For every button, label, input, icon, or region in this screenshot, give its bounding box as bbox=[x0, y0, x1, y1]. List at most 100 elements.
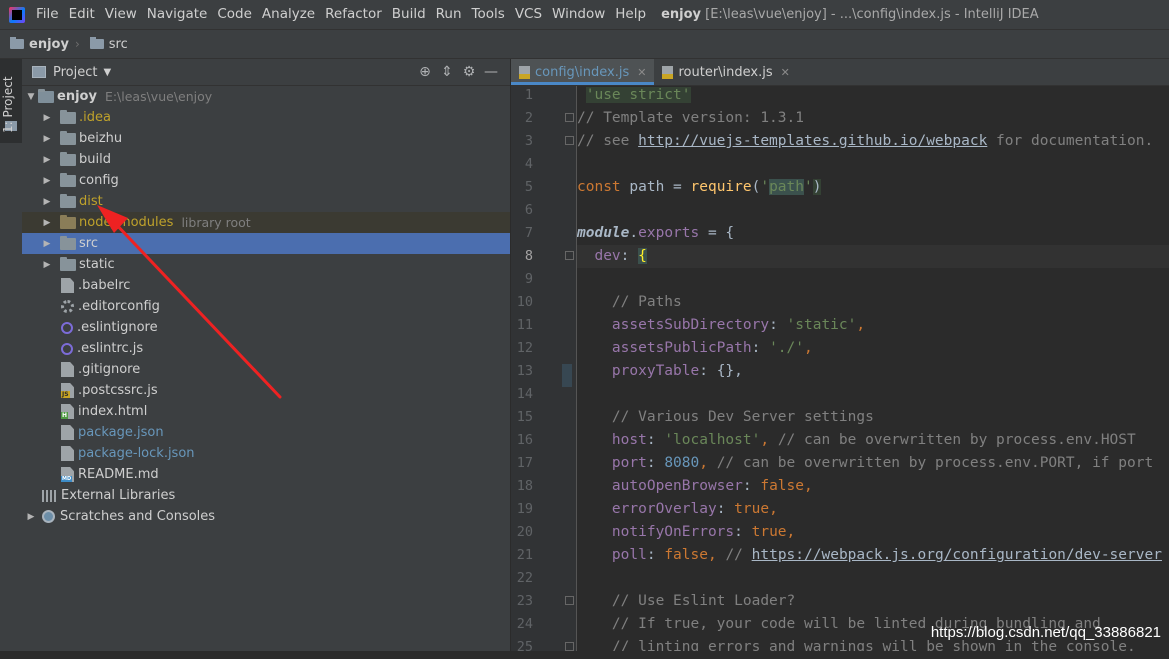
tree-item-eslintignore[interactable]: .eslintignore bbox=[22, 317, 510, 338]
expand-arrow-icon[interactable]: ▶ bbox=[40, 218, 54, 228]
code-token: : bbox=[769, 317, 787, 333]
breadcrumb-src[interactable]: src bbox=[80, 37, 128, 52]
watermark: https://blog.csdn.net/qq_33886821 bbox=[930, 624, 1161, 641]
expand-arrow-icon[interactable]: ▶ bbox=[40, 134, 54, 144]
fold-marker-icon[interactable] bbox=[565, 596, 574, 605]
breadcrumb: enjoy › src bbox=[0, 30, 1169, 59]
expand-arrow-icon[interactable]: ▼ bbox=[24, 92, 38, 102]
tree-item-static[interactable]: ▶ static bbox=[22, 254, 510, 275]
code-token: 'use strict' bbox=[585, 87, 691, 103]
close-icon[interactable]: ✕ bbox=[781, 66, 790, 79]
tree-item-beizhu[interactable]: ▶ beizhu bbox=[22, 128, 510, 149]
code-token: false bbox=[664, 547, 708, 563]
expand-arrow-icon[interactable]: ▶ bbox=[40, 176, 54, 186]
tree-item-label: .idea bbox=[79, 110, 111, 125]
tree-item-dist[interactable]: ▶ dist bbox=[22, 191, 510, 212]
menu-window[interactable]: Window bbox=[547, 0, 610, 29]
tree-item-eslintrc[interactable]: .eslintrc.js bbox=[22, 338, 510, 359]
tree-item-package-json[interactable]: package.json bbox=[22, 422, 510, 443]
tree-item-idea[interactable]: ▶ .idea bbox=[22, 107, 510, 128]
code-token: assetsSubDirectory bbox=[611, 317, 770, 333]
javascript-file-icon bbox=[61, 383, 74, 398]
tree-item-root[interactable]: ▼ enjoy E:\leas\vue\enjoy bbox=[22, 86, 510, 107]
code-link[interactable]: https://webpack.js.org/configuration/dev… bbox=[752, 547, 1162, 563]
code-token: : bbox=[751, 340, 770, 356]
code-token: assetsPublicPath bbox=[611, 340, 752, 356]
tree-item-package-lock[interactable]: package-lock.json bbox=[22, 443, 510, 464]
collapse-all-icon[interactable]: ⇕ bbox=[436, 61, 458, 83]
tree-item-scratches[interactable]: ▶ Scratches and Consoles bbox=[22, 506, 510, 527]
menu-tools[interactable]: Tools bbox=[467, 0, 510, 29]
menu-help[interactable]: Help bbox=[610, 0, 651, 29]
tree-item-gitignore[interactable]: .gitignore bbox=[22, 359, 510, 380]
line-number: 24 bbox=[516, 616, 533, 632]
code-token: dev bbox=[594, 248, 621, 264]
tree-item-babelrc[interactable]: .babelrc bbox=[22, 275, 510, 296]
line-number-gutter[interactable]: 1 2 3 4 5 6 7 8 9 10 11 12 13 14 15 16 1… bbox=[511, 86, 577, 655]
code-token: : bbox=[716, 501, 735, 517]
code-token: './' bbox=[769, 340, 804, 356]
close-icon[interactable]: ✕ bbox=[637, 66, 646, 79]
expand-arrow-icon[interactable]: ▶ bbox=[40, 260, 54, 270]
menu-vcs[interactable]: VCS bbox=[510, 0, 547, 29]
folder-icon bbox=[10, 37, 24, 49]
window-title-path: [E:\leas\vue\enjoy] - ...\config\index.j… bbox=[705, 7, 1039, 22]
code-token: module bbox=[577, 225, 630, 241]
menu-code[interactable]: Code bbox=[212, 0, 257, 29]
menu-file[interactable]: File bbox=[31, 0, 64, 29]
project-view-selector[interactable]: Project bbox=[53, 65, 97, 80]
code-line-11: assetsSubDirectory: 'static', bbox=[577, 314, 865, 337]
tree-item-index-html[interactable]: index.html bbox=[22, 401, 510, 422]
code-token: host bbox=[611, 432, 647, 448]
fold-marker-icon[interactable] bbox=[565, 136, 574, 145]
breadcrumb-enjoy[interactable]: enjoy › bbox=[0, 37, 80, 52]
code-area[interactable]: 'use strict' // Template version: 1.3.1 … bbox=[577, 86, 1169, 651]
caret-down-icon[interactable]: ▼ bbox=[103, 67, 111, 78]
code-token: : bbox=[742, 478, 761, 494]
expand-arrow-icon[interactable]: ▶ bbox=[40, 197, 54, 207]
menu-refactor[interactable]: Refactor bbox=[320, 0, 387, 29]
code-token: for documentation. bbox=[987, 133, 1154, 149]
tab-router-index-js[interactable]: router\index.js ✕ bbox=[654, 59, 797, 85]
scratches-icon bbox=[42, 510, 55, 523]
menu-run[interactable]: Run bbox=[431, 0, 467, 29]
tree-item-src[interactable]: ▶ src bbox=[22, 233, 510, 254]
tree-item-label: package.json bbox=[78, 425, 164, 440]
expand-arrow-icon[interactable]: ▶ bbox=[40, 155, 54, 165]
fold-marker-icon[interactable] bbox=[565, 642, 574, 651]
line-number: 23 bbox=[516, 593, 533, 609]
menu-view[interactable]: View bbox=[100, 0, 142, 29]
change-marker bbox=[562, 364, 572, 387]
tree-item-node-modules[interactable]: ▶ node_modules library root bbox=[22, 212, 510, 233]
tab-config-index-js[interactable]: config\index.js ✕ bbox=[511, 59, 655, 85]
tree-item-postcssrc[interactable]: .postcssrc.js bbox=[22, 380, 510, 401]
project-tree: ▼ enjoy E:\leas\vue\enjoy ▶ .idea ▶ beiz… bbox=[22, 86, 510, 527]
fold-marker-icon[interactable] bbox=[565, 251, 574, 260]
library-root-hint: library root bbox=[181, 215, 251, 230]
code-link[interactable]: http://vuejs-templates.github.io/webpack bbox=[638, 133, 987, 149]
expand-arrow-icon[interactable]: ▶ bbox=[40, 239, 54, 249]
locate-file-icon[interactable]: ⊕ bbox=[414, 61, 436, 83]
tree-item-label: .postcssrc.js bbox=[78, 383, 158, 398]
tree-item-editorconfig[interactable]: .editorconfig bbox=[22, 296, 510, 317]
code-line-15: // Various Dev Server settings bbox=[577, 409, 874, 425]
menu-build[interactable]: Build bbox=[387, 0, 431, 29]
code-token: notifyOnErrors bbox=[611, 524, 735, 540]
expand-arrow-icon[interactable]: ▶ bbox=[24, 512, 38, 522]
menu-analyze[interactable]: Analyze bbox=[257, 0, 320, 29]
tree-item-config[interactable]: ▶ config bbox=[22, 170, 510, 191]
menu-navigate[interactable]: Navigate bbox=[142, 0, 213, 29]
tree-item-label: config bbox=[79, 173, 119, 188]
expand-arrow-icon[interactable]: ▶ bbox=[40, 113, 54, 123]
project-tool-tab[interactable]: 1: Project bbox=[0, 59, 22, 143]
hide-panel-icon[interactable]: — bbox=[480, 61, 502, 83]
menu-edit[interactable]: Edit bbox=[64, 0, 100, 29]
tree-item-label: build bbox=[79, 152, 111, 167]
tree-item-build[interactable]: ▶ build bbox=[22, 149, 510, 170]
fold-marker-icon[interactable] bbox=[565, 113, 574, 122]
line-number: 5 bbox=[524, 179, 533, 195]
tree-item-readme[interactable]: README.md bbox=[22, 464, 510, 485]
gear-icon[interactable]: ⚙ bbox=[458, 61, 480, 83]
tree-item-external-libraries[interactable]: External Libraries bbox=[22, 485, 510, 506]
eslint-icon bbox=[61, 342, 73, 355]
